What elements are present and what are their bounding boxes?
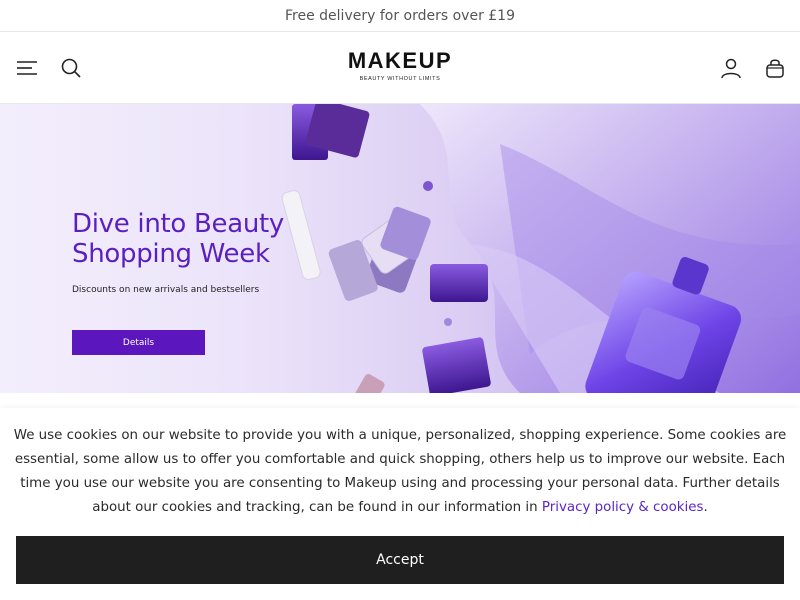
shopping-bag-icon (766, 59, 784, 78)
accept-cookies-button[interactable]: Accept (16, 536, 784, 584)
menu-button[interactable] (12, 54, 42, 82)
account-button[interactable] (716, 54, 746, 82)
user-icon (721, 58, 741, 79)
cookie-message: We use cookies on our website to provide… (10, 424, 790, 520)
hero-title: Dive into Beauty Shopping Week (72, 209, 284, 269)
logo-wordmark: MAKEUP (347, 48, 453, 73)
details-button[interactable]: Details (72, 330, 205, 355)
promo-text: Free delivery for orders over £19 (285, 7, 515, 24)
privacy-policy-link[interactable]: Privacy policy & cookies (542, 500, 704, 515)
cookie-text-end: . (703, 500, 708, 515)
cookie-consent-panel: We use cookies on our website to provide… (0, 408, 800, 600)
search-icon (61, 58, 81, 78)
logo-tagline: BEAUTY WITHOUT LIMITS (359, 76, 441, 82)
search-button[interactable] (56, 54, 86, 82)
menu-icon (17, 61, 37, 75)
promo-bar: Free delivery for orders over £19 (0, 0, 800, 32)
cart-button[interactable] (760, 54, 790, 82)
hero-subtitle: Discounts on new arrivals and bestseller… (72, 285, 260, 295)
hero-banner[interactable]: Dive into Beauty Shopping Week Discounts… (0, 104, 800, 393)
site-header: MAKEUP BEAUTY WITHOUT LIMITS (0, 32, 800, 104)
site-logo[interactable]: MAKEUP BEAUTY WITHOUT LIMITS (330, 48, 470, 88)
